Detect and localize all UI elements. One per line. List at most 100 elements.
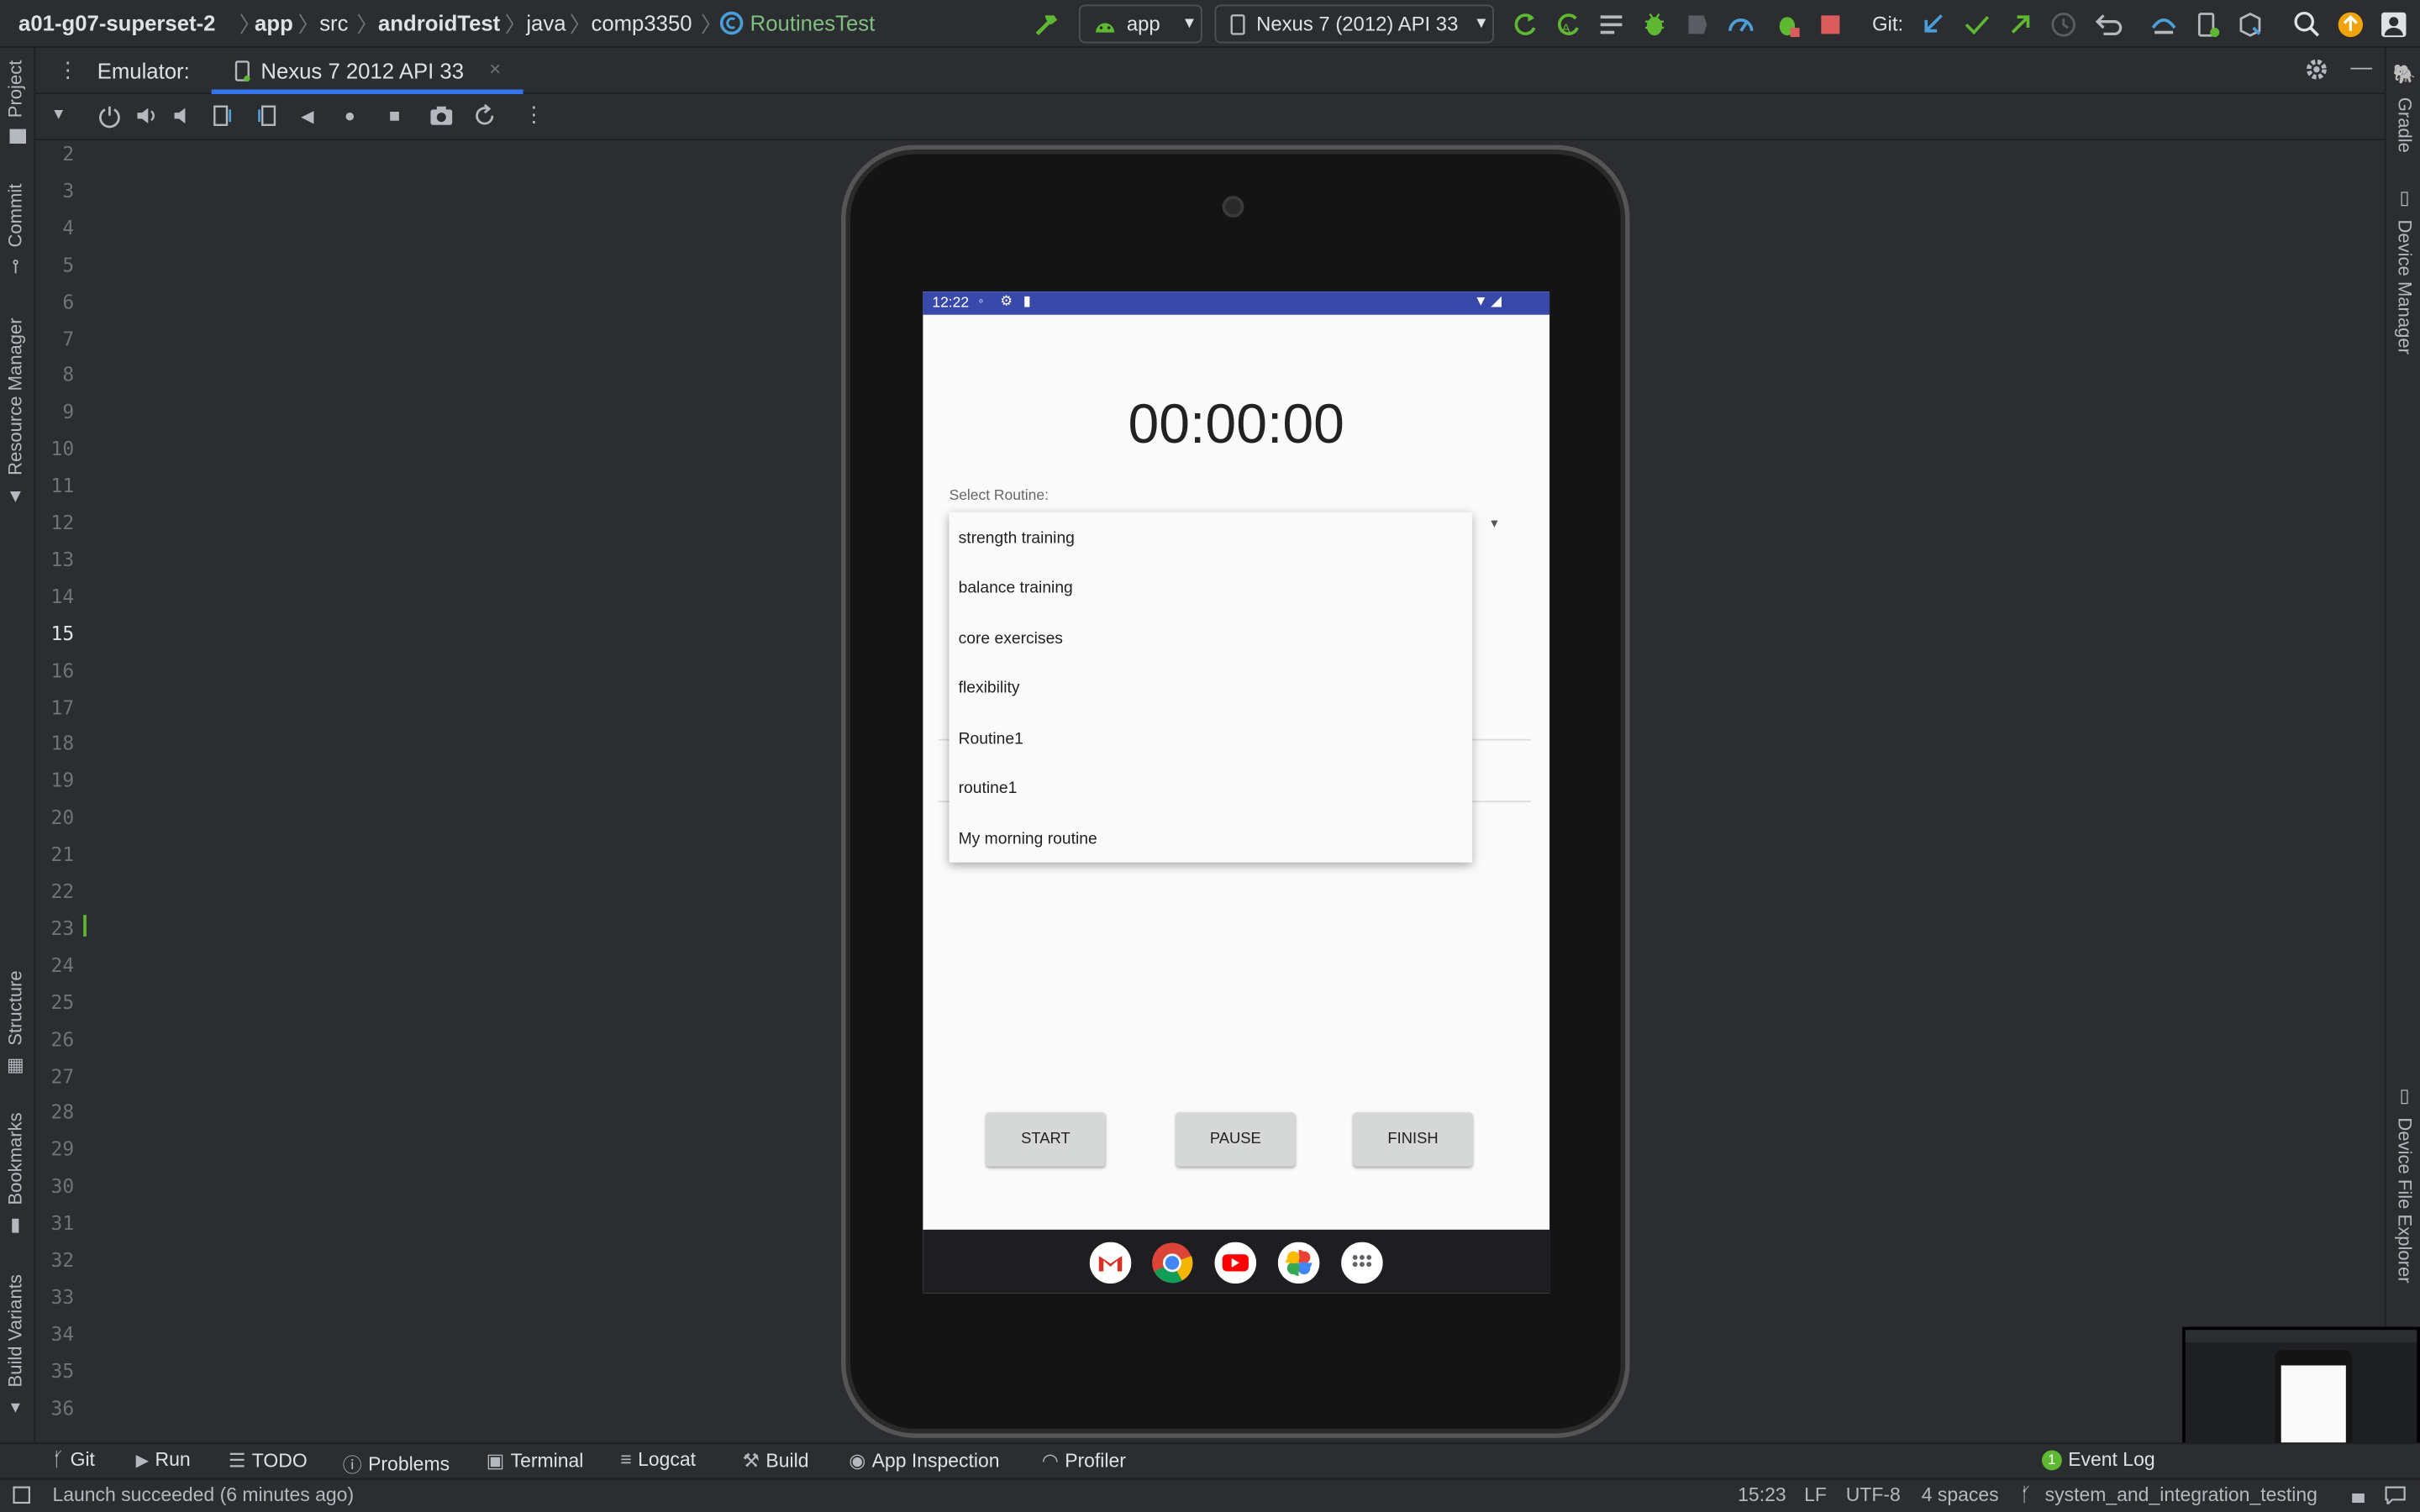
dropdown-item[interactable]: strength training xyxy=(959,529,1075,548)
update-icon[interactable] xyxy=(2335,9,2366,40)
tab-emulator-device[interactable]: Nexus 7 2012 API 33 × xyxy=(211,48,523,95)
folder-icon: ▆ xyxy=(4,129,27,144)
power-icon[interactable] xyxy=(97,103,122,129)
apply-changes-icon[interactable] xyxy=(1509,9,1540,40)
gmail-icon[interactable] xyxy=(1089,1242,1132,1284)
dropdown-item[interactable]: core exercises xyxy=(959,629,1063,648)
line-separator[interactable]: LF xyxy=(1804,1484,1827,1506)
git-update-icon[interactable] xyxy=(1918,9,1949,40)
home-icon[interactable]: ● xyxy=(345,105,355,127)
tool-run[interactable]: ▶ Run xyxy=(136,1449,191,1471)
tool-git[interactable]: ᚶ Git xyxy=(52,1449,95,1471)
start-button[interactable]: START xyxy=(986,1112,1106,1167)
debug-icon[interactable] xyxy=(1639,9,1670,40)
snapshot-icon[interactable] xyxy=(472,103,497,128)
tool-problems[interactable]: ⓘ Problems xyxy=(343,1449,450,1478)
breadcrumb-androidtest[interactable]: androidTest xyxy=(378,11,500,35)
tool-terminal[interactable]: ▣ Terminal xyxy=(487,1449,584,1473)
more-icon[interactable]: ⋮ xyxy=(523,102,545,128)
close-icon[interactable]: × xyxy=(489,57,501,81)
lock-icon[interactable] xyxy=(2349,1486,2368,1504)
status-message[interactable]: Launch succeeded (6 minutes ago) xyxy=(52,1484,354,1506)
tool-todo[interactable]: ☰ TODO xyxy=(229,1449,308,1473)
android-status-bar: 12:22 ◦ ⚙ ▮ ▼ ◢ xyxy=(923,291,1550,315)
dropdown-item[interactable]: Routine1 xyxy=(959,730,1023,748)
caret-position[interactable]: 15:23 xyxy=(1738,1484,1786,1506)
coverage-icon[interactable] xyxy=(1682,9,1713,40)
dropdown-item[interactable]: balance training xyxy=(959,579,1073,597)
tab-gradle[interactable]: 🐘 Gradle xyxy=(2394,63,2416,153)
minimize-icon[interactable]: — xyxy=(2350,54,2372,78)
layout-toggle-icon[interactable] xyxy=(13,1486,31,1504)
youtube-icon[interactable] xyxy=(1214,1242,1257,1284)
profiler-gauge-icon[interactable] xyxy=(1725,9,1756,40)
chrome-icon[interactable] xyxy=(1151,1242,1193,1284)
chevron-down-icon: ▼ xyxy=(1473,15,1489,33)
breadcrumb-comp3350[interactable]: comp3350 xyxy=(591,11,692,35)
breadcrumb-project[interactable]: a01-g07-superset-2 xyxy=(18,11,215,35)
tool-logcat[interactable]: ≡ Logcat xyxy=(620,1449,696,1471)
stop-icon[interactable] xyxy=(1815,9,1846,40)
tool-event-log[interactable]: 1 Event Log xyxy=(2041,1449,2155,1470)
apply-code-changes-icon[interactable]: A xyxy=(1553,9,1584,40)
tab-bookmarks[interactable]: ▮ Bookmarks xyxy=(5,1112,27,1237)
options-menu-icon[interactable]: ⋮ xyxy=(57,57,79,83)
history-icon[interactable] xyxy=(2048,9,2079,40)
line-number: 23 xyxy=(50,916,75,940)
tool-app-inspection[interactable]: ◉ App Inspection xyxy=(849,1449,999,1473)
indent-setting[interactable]: 4 spaces xyxy=(1922,1484,1999,1506)
apps-icon[interactable] xyxy=(1341,1242,1383,1284)
git-branch-icon: ᚶ xyxy=(2020,1483,2033,1506)
spinner-arrow-icon[interactable]: ▾ xyxy=(1491,515,1497,532)
device-manager-icon[interactable] xyxy=(2191,9,2223,40)
dropdown-item[interactable]: routine1 xyxy=(959,780,1018,798)
line-number: 18 xyxy=(50,732,75,755)
line-number: 14 xyxy=(50,584,75,608)
breadcrumb-app[interactable]: app xyxy=(255,11,293,35)
git-branch[interactable]: system_and_integration_testing xyxy=(2045,1484,2317,1506)
chevron-down-icon[interactable]: ▼ xyxy=(51,107,66,123)
tool-profiler[interactable]: ◠ Profiler xyxy=(1042,1449,1126,1473)
build-hammer-icon[interactable] xyxy=(1031,9,1062,40)
file-encoding[interactable]: UTF-8 xyxy=(1846,1484,1901,1506)
sdk-manager-icon[interactable] xyxy=(2235,9,2266,40)
tab-device-file-explorer[interactable]: ▯ Device File Explorer xyxy=(2394,1084,2416,1283)
search-icon[interactable] xyxy=(2292,9,2323,40)
tab-structure[interactable]: ▦ Structure xyxy=(5,970,27,1079)
notifications-icon[interactable] xyxy=(2385,1486,2407,1504)
run-tests-icon[interactable] xyxy=(1596,9,1627,40)
attach-debugger-icon[interactable] xyxy=(1772,9,1803,40)
device-screen: 12:22 ◦ ⚙ ▮ ▼ ◢ 00:00:00 Select Routine:… xyxy=(923,291,1550,1294)
back-icon[interactable]: ◀ xyxy=(301,107,314,127)
avatar[interactable] xyxy=(2378,9,2409,40)
dropdown-item[interactable]: My morning routine xyxy=(959,830,1097,848)
rotate-right-icon[interactable] xyxy=(255,103,279,128)
run-config-select[interactable]: app ▼ xyxy=(1078,4,1202,44)
git-push-icon[interactable] xyxy=(2005,9,2036,40)
sync-gradle-icon[interactable] xyxy=(2149,9,2180,40)
line-number: 16 xyxy=(50,658,75,682)
rotate-left-icon[interactable] xyxy=(210,103,234,128)
device-select[interactable]: Nexus 7 (2012) API 33 ▼ xyxy=(1214,4,1494,44)
dropdown-item[interactable]: flexibility xyxy=(959,679,1020,697)
volume-up-icon[interactable] xyxy=(134,103,159,128)
volume-down-icon[interactable] xyxy=(171,103,196,128)
tab-commit[interactable]: ⊸ Commit xyxy=(5,184,27,275)
overview-icon[interactable]: ■ xyxy=(389,105,400,127)
breadcrumb-java[interactable]: java xyxy=(526,11,566,35)
tab-build-variants[interactable]: ▴ Build Variants xyxy=(5,1274,27,1420)
tool-build[interactable]: ⚒ Build xyxy=(742,1449,808,1473)
device-icon: ▯ xyxy=(2393,186,2416,208)
breadcrumb-src[interactable]: src xyxy=(319,11,348,35)
tab-project[interactable]: ▆ Project xyxy=(5,60,27,144)
gear-icon[interactable] xyxy=(2304,57,2328,81)
photos-icon[interactable] xyxy=(1277,1242,1320,1284)
pause-button[interactable]: PAUSE xyxy=(1176,1112,1296,1167)
breadcrumb-routinestest[interactable]: RoutinesTest xyxy=(750,11,876,35)
camera-icon[interactable] xyxy=(429,103,454,128)
tab-resource-manager[interactable]: ▲ Resource Manager xyxy=(5,318,27,508)
git-commit-icon[interactable] xyxy=(1961,9,1992,40)
tab-device-manager[interactable]: ▯ Device Manager xyxy=(2394,186,2416,354)
finish-button[interactable]: FINISH xyxy=(1353,1112,1473,1167)
rollback-icon[interactable] xyxy=(2091,9,2123,40)
